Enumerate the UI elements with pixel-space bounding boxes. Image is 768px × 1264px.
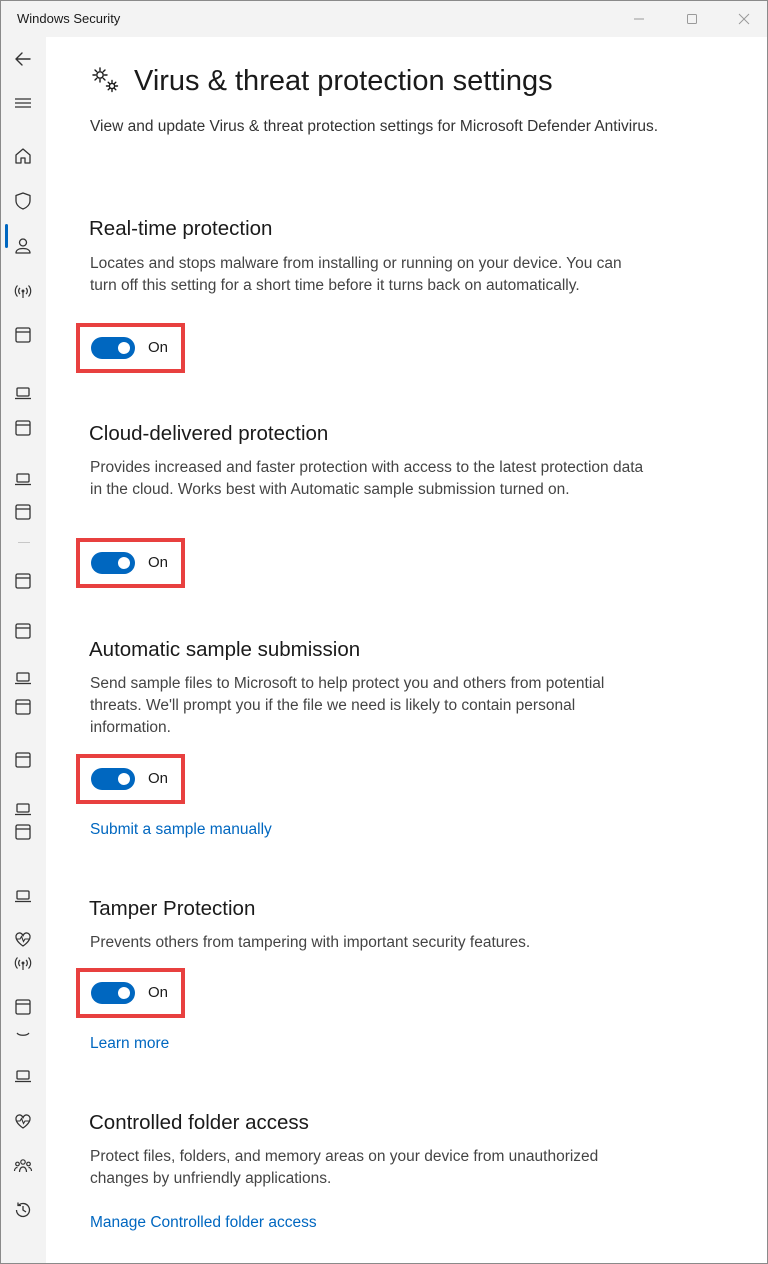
sidebar-item-firewall-2[interactable] — [12, 952, 34, 974]
wireless-icon — [14, 957, 32, 970]
sidebar-item-family-options[interactable] — [12, 1155, 34, 1177]
windows-security-window: Windows Security Virus & threat protecti… — [0, 0, 768, 1264]
close-icon — [738, 13, 750, 25]
window-title: Windows Security — [17, 11, 121, 26]
toggle-state-label: On — [148, 554, 169, 571]
app-window-icon — [15, 999, 31, 1015]
sidebar-item-firewall[interactable] — [12, 280, 34, 302]
back-button[interactable] — [12, 48, 34, 70]
toggle-state-label: On — [148, 339, 169, 356]
section-desc-tamper: Prevents others from tampering with impo… — [90, 934, 531, 951]
learn-more-link[interactable]: Learn more — [90, 1035, 169, 1053]
sidebar-item-app-window-4[interactable] — [12, 570, 34, 592]
minimize-button[interactable] — [627, 7, 651, 31]
highlight-box: On — [76, 968, 185, 1018]
section-desc-controlled-folder: Protect files, folders, and memory areas… — [90, 1148, 599, 1187]
app-window-icon — [15, 824, 31, 840]
submit-sample-link[interactable]: Submit a sample manually — [90, 821, 272, 839]
heartbeat-icon — [15, 1114, 31, 1129]
section-title-sample-submission: Automatic sample submission — [89, 638, 361, 661]
laptop-icon — [15, 473, 31, 486]
section-title-real-time: Real-time protection — [89, 217, 273, 240]
arc-icon — [16, 1032, 30, 1036]
real-time-protection-toggle[interactable] — [91, 337, 135, 359]
section-desc-sample-submission: Send sample files to Microsoft to help p… — [90, 675, 605, 736]
sidebar-item-account[interactable] — [12, 235, 34, 257]
navigation-sidebar — [1, 37, 46, 1263]
tamper-protection-toggle[interactable] — [91, 982, 135, 1004]
heartbeat-icon — [15, 932, 31, 947]
sidebar-item-laptop-3[interactable] — [12, 667, 34, 689]
sidebar-item-laptop-6[interactable] — [12, 1065, 34, 1087]
section-title-cloud: Cloud-delivered protection — [89, 422, 329, 445]
close-button[interactable] — [732, 7, 756, 31]
sidebar-item-app-window-2[interactable] — [12, 417, 34, 439]
sidebar-item-partial[interactable] — [12, 1026, 34, 1048]
history-icon — [15, 1202, 31, 1218]
sidebar-item-app-window-3[interactable] — [12, 501, 34, 523]
laptop-icon — [15, 387, 31, 400]
laptop-icon — [15, 1070, 31, 1083]
cloud-protection-toggle[interactable] — [91, 552, 135, 574]
app-window-icon — [15, 420, 31, 436]
sidebar-item-device-health-2[interactable] — [12, 1110, 34, 1132]
highlight-box: On — [76, 538, 185, 588]
title-bar: Windows Security — [1, 1, 767, 37]
page-title: Virus & threat protection settings — [134, 65, 553, 97]
toggle-state-label: On — [148, 984, 169, 1001]
manage-controlled-folder-link[interactable]: Manage Controlled folder access — [90, 1214, 317, 1232]
toggle-knob — [118, 987, 130, 999]
back-arrow-icon — [15, 52, 31, 66]
page-description: View and update Virus & threat protectio… — [90, 118, 659, 135]
app-window-icon — [15, 504, 31, 520]
maximize-icon — [687, 14, 697, 24]
hamburger-menu-icon — [15, 98, 31, 108]
active-indicator — [5, 224, 8, 248]
toggle-state-label: On — [148, 770, 169, 787]
family-icon — [13, 1159, 33, 1173]
section-desc-real-time: Locates and stops malware from installin… — [90, 255, 622, 294]
maximize-button[interactable] — [680, 7, 704, 31]
sample-submission-toggle[interactable] — [91, 768, 135, 790]
home-icon — [15, 148, 31, 164]
toggle-knob — [118, 342, 130, 354]
section-title-controlled-folder: Controlled folder access — [89, 1111, 309, 1134]
highlight-box: On — [76, 323, 185, 373]
sidebar-item-app-window-5[interactable] — [12, 620, 34, 642]
minimize-icon — [634, 18, 644, 20]
sidebar-item-app-window-6[interactable] — [12, 696, 34, 718]
sidebar-item-app-window-8[interactable] — [12, 821, 34, 843]
wireless-icon — [14, 285, 32, 298]
sidebar-item-app-window-9[interactable] — [12, 996, 34, 1018]
sidebar-item-home[interactable] — [12, 145, 34, 167]
highlight-box: On — [76, 754, 185, 804]
app-window-icon — [15, 752, 31, 768]
gear-icon — [92, 67, 119, 93]
laptop-icon — [15, 890, 31, 903]
laptop-icon — [15, 672, 31, 685]
sidebar-item-device-security[interactable] — [12, 382, 34, 404]
app-window-icon — [15, 573, 31, 589]
toggle-knob — [118, 557, 130, 569]
sidebar-item-app-window-7[interactable] — [12, 749, 34, 771]
person-icon — [15, 238, 31, 254]
sidebar-item-device-health[interactable] — [12, 928, 34, 950]
sidebar-item-laptop-4[interactable] — [12, 798, 34, 820]
sidebar-separator — [18, 542, 30, 543]
sidebar-item-laptop-2[interactable] — [12, 468, 34, 490]
sidebar-item-laptop-5[interactable] — [12, 885, 34, 907]
app-window-icon — [15, 699, 31, 715]
sidebar-item-protection-history[interactable] — [12, 1199, 34, 1221]
section-desc-cloud: Provides increased and faster protection… — [90, 459, 644, 498]
app-window-icon — [15, 327, 31, 343]
app-window-icon — [15, 623, 31, 639]
sidebar-item-app-browser[interactable] — [12, 324, 34, 346]
toggle-knob — [118, 773, 130, 785]
shield-icon — [15, 192, 31, 210]
laptop-icon — [15, 803, 31, 816]
menu-button[interactable] — [12, 92, 34, 114]
sidebar-item-virus-protection[interactable] — [12, 190, 34, 212]
section-title-tamper: Tamper Protection — [89, 897, 256, 920]
